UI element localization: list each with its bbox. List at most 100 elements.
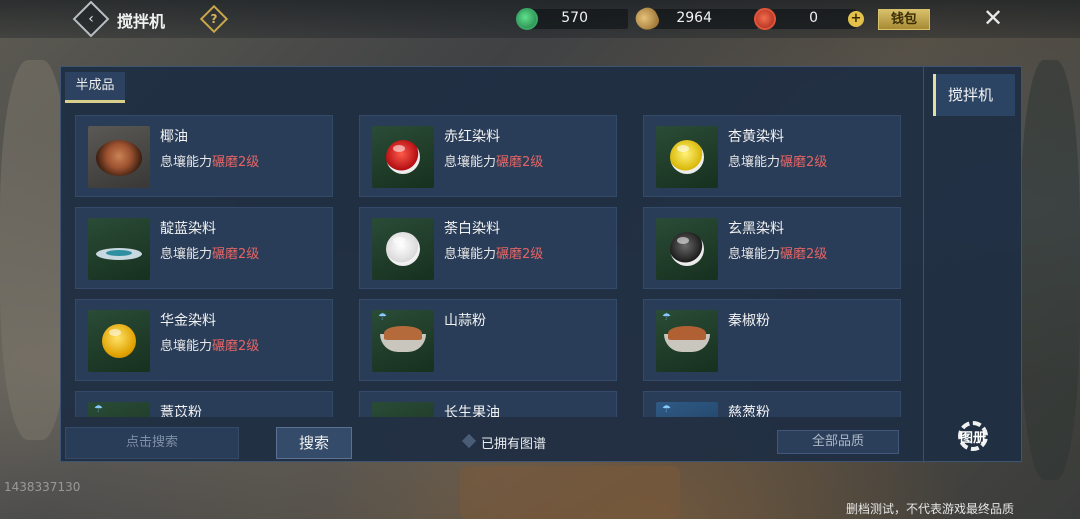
item-name: 玄黑染料 bbox=[728, 221, 784, 237]
recipe-card[interactable]: ☂ 山蒜粉 bbox=[359, 299, 617, 381]
item-name: 慈葱粉 bbox=[728, 405, 770, 417]
item-thumbnail bbox=[372, 402, 434, 417]
crafting-panel: 半成品 搅拌机 椰油 息壤能力碾磨2级 赤红染料 息壤能力碾磨2级 杏黄染料 息… bbox=[60, 66, 1022, 463]
currency-value: 570 bbox=[561, 10, 588, 26]
back-arrow-icon: ‹ bbox=[88, 11, 94, 27]
owned-recipes-label[interactable]: 已拥有图谱 bbox=[481, 433, 546, 452]
item-thumbnail bbox=[372, 126, 434, 188]
rain-icon: ☂ bbox=[662, 404, 671, 415]
recipe-card[interactable]: 华金染料 息壤能力碾磨2级 bbox=[75, 299, 333, 381]
item-name: 山蒜粉 bbox=[444, 313, 486, 329]
recipe-card[interactable]: 荼白染料 息壤能力碾磨2级 bbox=[359, 207, 617, 289]
requirement-level: 碾磨2级 bbox=[212, 339, 260, 354]
item-name: 椰油 bbox=[160, 129, 188, 145]
side-tab-mixer[interactable]: 搅拌机 bbox=[933, 74, 1015, 116]
requirement-level: 碾磨2级 bbox=[212, 247, 260, 262]
help-button[interactable]: ? bbox=[199, 4, 229, 34]
indigo-dye-icon bbox=[96, 248, 142, 260]
item-thumbnail bbox=[656, 218, 718, 280]
recipe-card[interactable]: ☂ 慈葱粉 bbox=[643, 391, 901, 417]
requirement-level: 碾磨2级 bbox=[496, 155, 544, 170]
background-scenery bbox=[460, 466, 680, 519]
item-name: 秦椒粉 bbox=[728, 313, 770, 329]
requirement-level: 碾磨2级 bbox=[496, 247, 544, 262]
item-thumbnail: ☂ bbox=[656, 402, 718, 417]
jade-token-icon bbox=[516, 8, 538, 30]
question-icon: ? bbox=[210, 12, 218, 26]
item-name: 赤红染料 bbox=[444, 129, 500, 145]
item-thumbnail bbox=[656, 126, 718, 188]
item-requirement: 息壤能力碾磨2级 bbox=[728, 151, 827, 170]
recipe-book-gear-icon[interactable]: 图册 bbox=[954, 419, 992, 453]
yellow-dye-icon bbox=[670, 140, 704, 174]
page-title: 搅拌机 bbox=[117, 12, 166, 31]
add-currency-icon[interactable]: + bbox=[848, 11, 864, 27]
requirement-level: 碾磨2级 bbox=[212, 155, 260, 170]
wallet-button[interactable]: 钱包 bbox=[878, 9, 930, 30]
item-thumbnail: ☂ bbox=[656, 310, 718, 372]
recipe-card[interactable]: 杏黄染料 息壤能力碾磨2级 bbox=[643, 115, 901, 197]
recipe-card[interactable]: ☂ 秦椒粉 bbox=[643, 299, 901, 381]
item-thumbnail: ☂ bbox=[372, 310, 434, 372]
gold-dye-icon bbox=[102, 324, 136, 358]
recipe-card[interactable]: 玄黑染料 息壤能力碾磨2级 bbox=[643, 207, 901, 289]
item-thumbnail bbox=[88, 310, 150, 372]
recipe-book-label: 图册 bbox=[959, 431, 986, 446]
item-name: 靛蓝染料 bbox=[160, 221, 216, 237]
test-disclaimer: 删档测试，不代表游戏最终品质 bbox=[846, 502, 1015, 516]
requirement-text: 息壤能力 bbox=[444, 247, 497, 262]
item-thumbnail bbox=[88, 126, 150, 188]
requirement-text: 息壤能力 bbox=[160, 247, 213, 262]
item-name: 杏黄染料 bbox=[728, 129, 784, 145]
white-dye-icon bbox=[386, 232, 420, 266]
background-scenery bbox=[1020, 60, 1080, 480]
quality-filter-select[interactable]: 全部品质 bbox=[777, 430, 899, 454]
item-requirement: 息壤能力碾磨2级 bbox=[444, 151, 543, 170]
item-name: 华金染料 bbox=[160, 313, 216, 329]
item-thumbnail bbox=[88, 218, 150, 280]
item-thumbnail: ☂ bbox=[88, 402, 150, 417]
garlic-powder-icon bbox=[384, 326, 422, 340]
top-bar: ‹ 搅拌机 ? 570 2964 0 + 钱包 ✕ bbox=[0, 0, 1080, 38]
recipe-card[interactable]: 长生果油 bbox=[359, 391, 617, 417]
recipe-grid: 椰油 息壤能力碾磨2级 赤红染料 息壤能力碾磨2级 杏黄染料 息壤能力碾磨2级 … bbox=[75, 115, 905, 417]
search-button[interactable]: 搜索 bbox=[276, 427, 352, 459]
item-name: 长生果油 bbox=[444, 405, 500, 417]
item-requirement: 息壤能力碾磨2级 bbox=[160, 151, 259, 170]
back-button[interactable]: ‹ bbox=[72, 0, 110, 38]
requirement-text: 息壤能力 bbox=[728, 247, 781, 262]
recipe-card[interactable]: 赤红染料 息壤能力碾磨2级 bbox=[359, 115, 617, 197]
item-name: 荼白染料 bbox=[444, 221, 500, 237]
close-icon[interactable]: ✕ bbox=[982, 5, 1004, 31]
currency-value: 2964 bbox=[676, 10, 712, 26]
rain-icon: ☂ bbox=[378, 312, 387, 323]
item-requirement: 息壤能力碾磨2级 bbox=[728, 243, 827, 262]
search-input[interactable]: 点击搜索 bbox=[65, 427, 239, 459]
player-uid-watermark: 1438337130 bbox=[4, 480, 81, 494]
rain-icon: ☂ bbox=[662, 312, 671, 323]
panel-divider bbox=[923, 67, 924, 463]
owned-recipes-checkbox[interactable] bbox=[461, 433, 477, 449]
requirement-text: 息壤能力 bbox=[728, 155, 781, 170]
item-requirement: 息壤能力碾磨2级 bbox=[444, 243, 543, 262]
red-coin-icon bbox=[754, 8, 776, 30]
recipe-card[interactable]: 靛蓝染料 息壤能力碾磨2级 bbox=[75, 207, 333, 289]
requirement-text: 息壤能力 bbox=[160, 339, 213, 354]
red-dye-icon bbox=[386, 140, 420, 174]
item-name: 薏苡粉 bbox=[160, 405, 202, 417]
pepper-powder-icon bbox=[668, 326, 706, 340]
recipe-list[interactable]: 椰油 息壤能力碾磨2级 赤红染料 息壤能力碾磨2级 杏黄染料 息壤能力碾磨2级 … bbox=[65, 111, 917, 417]
recipe-card[interactable]: ☂ 薏苡粉 bbox=[75, 391, 333, 417]
item-requirement: 息壤能力碾磨2级 bbox=[160, 335, 259, 354]
requirement-level: 碾磨2级 bbox=[780, 247, 828, 262]
black-dye-icon bbox=[670, 232, 704, 266]
requirement-level: 碾磨2级 bbox=[780, 155, 828, 170]
coconut-oil-icon bbox=[96, 140, 142, 176]
tab-semi-finished[interactable]: 半成品 bbox=[65, 72, 125, 103]
recipe-card[interactable]: 椰油 息壤能力碾磨2级 bbox=[75, 115, 333, 197]
item-thumbnail bbox=[372, 218, 434, 280]
currency-value: 0 bbox=[809, 10, 818, 26]
requirement-text: 息壤能力 bbox=[444, 155, 497, 170]
requirement-text: 息壤能力 bbox=[160, 155, 213, 170]
item-requirement: 息壤能力碾磨2级 bbox=[160, 243, 259, 262]
